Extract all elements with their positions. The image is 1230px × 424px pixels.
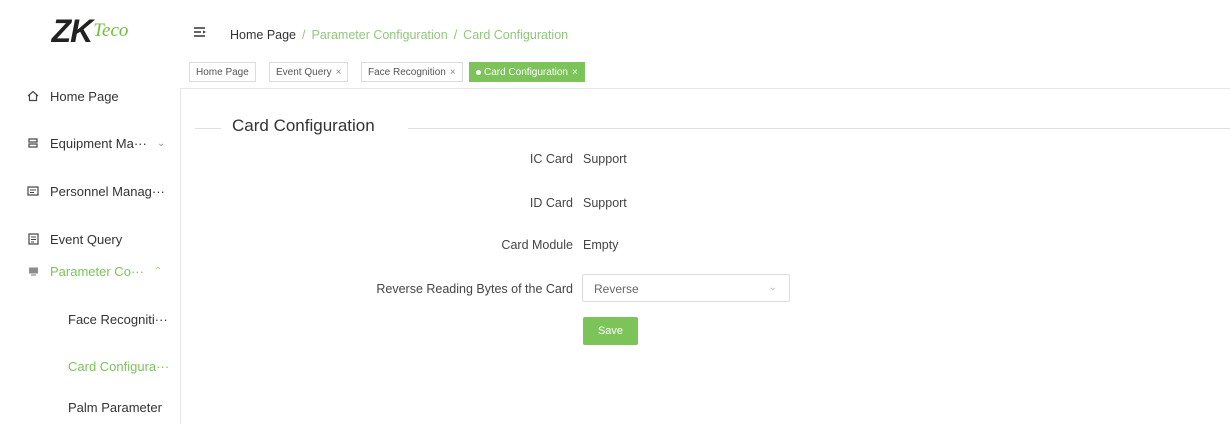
zkteco-logo: ZK Teco [0, 0, 180, 62]
sidebar-subitem-card-configuration[interactable]: Card Configura··· [0, 351, 180, 381]
save-button[interactable]: Save [583, 317, 638, 345]
section-divider [408, 128, 1230, 129]
equipment-icon [26, 136, 40, 150]
parameter-icon [26, 264, 40, 278]
sidebar-item-label: Parameter Co··· [50, 263, 144, 279]
sidebar-subitem-label: Card Configura··· [68, 358, 170, 374]
header: Home Page / Parameter Configuration / Card C… [180, 0, 1230, 60]
reverse-reading-select[interactable]: Reverse ⌄ [582, 274, 790, 302]
sidebar: ZK Teco Home Page Equipment Ma··· ⌄ Perso… [0, 0, 181, 424]
tab-event-query[interactable]: Event Query × [269, 62, 349, 82]
tab-label: Card Configuration [484, 67, 568, 78]
close-icon[interactable]: × [450, 67, 456, 78]
breadcrumb: Home Page / Parameter Configuration / Card C… [230, 28, 568, 42]
sidebar-item-parameter[interactable]: Parameter Co··· ⌃ [0, 256, 180, 286]
tab-label: Home Page [196, 67, 249, 78]
breadcrumb-card-configuration: Card Configuration [463, 28, 569, 42]
close-icon[interactable]: × [572, 67, 578, 78]
tab-home-page[interactable]: Home Page [189, 62, 256, 82]
tab-label: Event Query [276, 67, 332, 78]
sidebar-item-personnel[interactable]: Personnel Manag··· [0, 176, 180, 206]
tab-card-configuration[interactable]: Card Configuration × [469, 62, 585, 82]
document-icon [26, 232, 40, 246]
page-title: Card Configuration [232, 116, 375, 135]
sidebar-item-home-page[interactable]: Home Page [0, 81, 180, 111]
chevron-down-icon: ⌄ [768, 282, 777, 293]
sidebar-item-equipment[interactable]: Equipment Ma··· ⌄ [0, 128, 180, 158]
sidebar-item-label: Home Page [50, 88, 119, 104]
id-card-label: ID Card [529, 196, 573, 210]
section-divider [195, 128, 221, 129]
select-value: Reverse [594, 282, 639, 296]
tab-face-recognition[interactable]: Face Recognition × [361, 62, 463, 82]
chevron-up-icon: ⌃ [153, 265, 163, 277]
sidebar-item-label: Personnel Manag··· [50, 183, 165, 199]
ic-card-value: Support [583, 152, 627, 166]
personnel-icon [26, 184, 40, 198]
id-card-value: Support [583, 196, 627, 210]
home-icon [26, 89, 40, 103]
active-dot-icon [476, 69, 481, 75]
breadcrumb-parameter-configuration[interactable]: Parameter Configuration [312, 28, 448, 42]
breadcrumb-separator: / [453, 28, 458, 42]
chevron-down-icon: ⌄ [156, 137, 166, 149]
ic-card-label: IC Card [529, 152, 573, 166]
reverse-reading-label: Reverse Reading Bytes of the Card [376, 282, 573, 296]
logo-subtext: Teco [93, 20, 129, 41]
close-icon[interactable]: × [336, 67, 342, 78]
tab-label: Face Recognition [368, 67, 446, 78]
sidebar-item-event-query[interactable]: Event Query [0, 224, 180, 254]
breadcrumb-home[interactable]: Home Page [230, 28, 296, 42]
logo-text: ZK [51, 12, 94, 49]
card-module-value: Empty [583, 238, 619, 252]
sidebar-item-label: Event Query [50, 231, 123, 247]
sidebar-subitem-label: Palm Parameter [68, 399, 162, 415]
sidebar-subitem-face-recognition[interactable]: Face Recogniti··· [0, 304, 180, 334]
sidebar-item-label: Equipment Ma··· [50, 135, 147, 151]
tabs-bar: Home Page Event Query × Face Recognition ×… [180, 58, 1230, 89]
card-module-label: Card Module [501, 238, 573, 252]
sidebar-subitem-palm-parameter[interactable]: Palm Parameter [0, 392, 180, 422]
menu-toggle-icon[interactable] [194, 26, 207, 38]
sidebar-subitem-label: Face Recogniti··· [68, 311, 168, 327]
breadcrumb-separator: / [302, 28, 306, 42]
